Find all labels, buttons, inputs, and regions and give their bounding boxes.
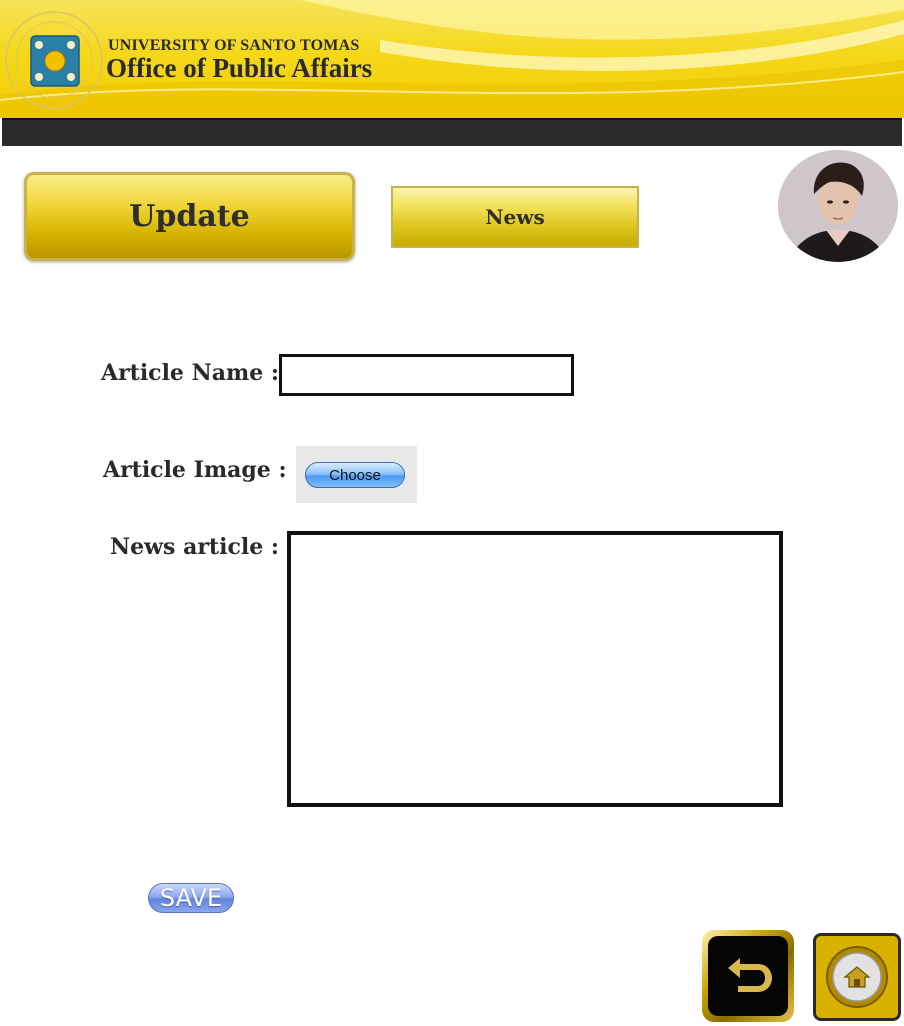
news-button[interactable]: News xyxy=(391,186,639,248)
home-button[interactable] xyxy=(813,933,901,1021)
save-button[interactable]: SAVE xyxy=(148,883,234,913)
avatar-portrait xyxy=(778,150,898,262)
home-icon xyxy=(826,946,888,1008)
choose-file-button[interactable]: Choose xyxy=(305,462,405,488)
header-banner: UNIVERSITY OF SANTO TOMAS Office of Publ… xyxy=(0,0,904,118)
back-button-face xyxy=(708,936,788,1016)
header-divider-bar xyxy=(2,118,902,146)
article-image-label: Article Image : xyxy=(103,457,287,483)
file-chooser: Choose xyxy=(296,446,417,503)
news-article-textarea[interactable] xyxy=(287,531,783,807)
news-article-label: News article : xyxy=(110,534,279,560)
back-button[interactable] xyxy=(702,930,794,1022)
office-title: Office of Public Affairs xyxy=(106,53,373,83)
article-name-input[interactable] xyxy=(279,354,574,396)
user-avatar[interactable] xyxy=(778,150,898,262)
article-name-label: Article Name : xyxy=(101,360,280,386)
update-button[interactable]: Update xyxy=(24,172,355,261)
back-arrow-icon xyxy=(728,958,772,992)
university-seal-icon xyxy=(5,11,103,109)
